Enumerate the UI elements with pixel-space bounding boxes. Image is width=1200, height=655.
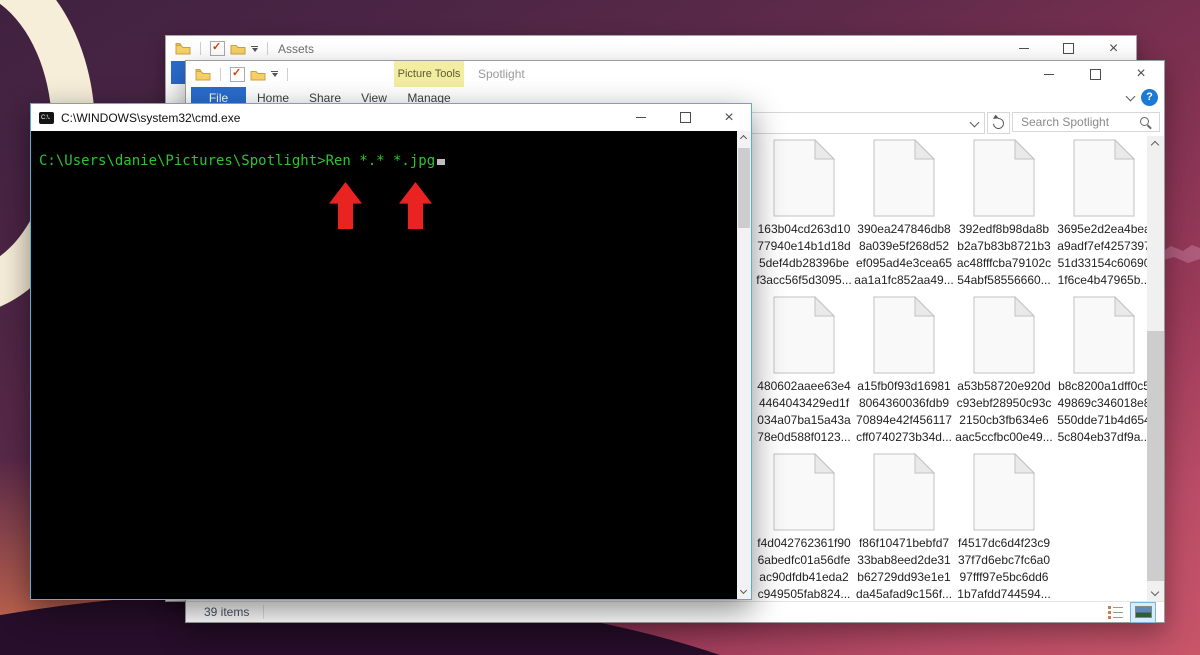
cmd-icon (39, 111, 54, 124)
scroll-down-icon[interactable] (739, 586, 748, 595)
details-view-icon[interactable] (1108, 606, 1124, 619)
assets-window-controls (1001, 36, 1136, 61)
ridge-shape (1160, 245, 1200, 263)
cmd-window: C:\WINDOWS\system32\cmd.exe C:\Users\dan… (30, 103, 752, 600)
search-icon (1140, 117, 1149, 126)
cmd-titlebar: C:\WINDOWS\system32\cmd.exe (31, 104, 751, 131)
file-icon (873, 296, 935, 374)
file-name: a15fb0f93d16981 8064360036fdb9 70894e42f… (856, 379, 952, 444)
status-bar: 39 items (186, 601, 1164, 623)
picture-tools-contextual-tab[interactable]: Picture Tools (394, 61, 464, 87)
file-item[interactable]: 3695e2d2ea4bea a9adf7ef4257397 51d33154c… (1054, 139, 1147, 296)
file-name: 480602aaee63e4 4464043429ed1f 034a07ba15… (757, 379, 851, 444)
file-item[interactable]: 392edf8b98da8b b2a7b83b8721b3 ac48fffcba… (954, 139, 1054, 296)
checkbox-icon[interactable] (230, 66, 245, 82)
file-item[interactable]: a15fb0f93d16981 8064360036fdb9 70894e42f… (854, 296, 954, 453)
file-name: f86f10471bebfd7 33bab8eed2de31 b62729dd9… (855, 536, 953, 601)
file-item[interactable]: f4d042762361f90 6abedfc01a56dfe ac90dfdb… (754, 453, 854, 601)
folder-icon (175, 43, 191, 55)
scrollbar-thumb[interactable] (738, 148, 750, 228)
file-name: 163b04cd263d10 77940e14b1d18d 5def4db283… (756, 222, 852, 287)
close-button[interactable] (1091, 36, 1136, 61)
divider (263, 605, 265, 619)
items-count: 39 items (204, 605, 250, 619)
divider (287, 67, 288, 81)
maximize-button[interactable] (663, 104, 707, 131)
thumbnail-view-icon[interactable] (1130, 601, 1156, 623)
file-item[interactable]: a53b58720e920d c93ebf28950c93c 2150cb3fb… (954, 296, 1054, 453)
assets-window-title: Assets (278, 41, 315, 56)
file-item[interactable]: 163b04cd263d10 77940e14b1d18d 5def4db283… (754, 139, 854, 296)
assets-titlebar: Assets (166, 36, 1136, 61)
file-icon (973, 453, 1035, 531)
minimize-button[interactable] (1001, 36, 1046, 61)
spotlight-window-title: Spotlight (478, 67, 525, 81)
spotlight-window-controls (1026, 61, 1164, 87)
prompt-text: C:\Users\danie\Pictures\Spotlight>Ren *.… (39, 153, 436, 169)
qat-dropdown-caret-icon[interactable] (251, 45, 258, 52)
scrollbar-thumb[interactable] (1147, 331, 1164, 581)
address-dropdown-chevron-icon[interactable] (969, 117, 980, 128)
divider (267, 42, 268, 55)
folder-icon[interactable] (230, 42, 246, 55)
close-button[interactable] (707, 104, 751, 131)
file-icon (773, 296, 835, 374)
search-input[interactable]: Search Spotlight (1012, 112, 1160, 132)
file-icon (873, 453, 935, 531)
divider (200, 42, 201, 55)
file-item[interactable]: b8c8200a1dff0c5 49869c346018e8 550dde71b… (1054, 296, 1147, 453)
quick-access-toolbar (186, 66, 292, 82)
file-name: 390ea247846db8 8a039e5f268d52 ef095ad4e3… (854, 222, 954, 287)
refresh-button[interactable] (987, 112, 1010, 134)
file-item[interactable]: 390ea247846db8 8a039e5f268d52 ef095ad4e3… (854, 139, 954, 296)
minimize-button[interactable] (1026, 61, 1072, 87)
file-icon (1073, 296, 1135, 374)
maximize-button[interactable] (1046, 36, 1091, 61)
scroll-down-icon[interactable] (1150, 587, 1160, 597)
file-name: a53b58720e920d c93ebf28950c93c 2150cb3fb… (955, 379, 1053, 444)
minimize-button[interactable] (619, 104, 663, 131)
cmd-window-controls (619, 104, 751, 131)
checkbox-icon[interactable] (210, 40, 225, 56)
refresh-icon (990, 115, 1007, 131)
folder-icon (195, 68, 211, 80)
file-icon (1073, 139, 1135, 217)
file-item[interactable]: 480602aaee63e4 4464043429ed1f 034a07ba15… (754, 296, 854, 453)
close-button[interactable] (1118, 61, 1164, 87)
file-grid: 163b04cd263d10 77940e14b1d18d 5def4db283… (754, 139, 1147, 601)
quick-access-toolbar (166, 40, 272, 56)
console-scrollbar[interactable] (737, 131, 751, 599)
file-name: b8c8200a1dff0c5 49869c346018e8 550dde71b… (1057, 379, 1147, 444)
file-icon (973, 296, 1035, 374)
file-item[interactable]: f4517dc6d4f23c9 37f7d6ebc7fc6a0 97fff97e… (954, 453, 1054, 601)
folder-icon[interactable] (250, 68, 266, 81)
scroll-up-icon[interactable] (739, 134, 748, 143)
file-name: 392edf8b98da8b b2a7b83b8721b3 ac48fffcba… (956, 222, 1052, 287)
file-name: f4d042762361f90 6abedfc01a56dfe ac90dfdb… (757, 536, 851, 601)
file-item[interactable]: f86f10471bebfd7 33bab8eed2de31 b62729dd9… (854, 453, 954, 601)
desktop: Assets File Picture Tools Spotlight (0, 0, 1200, 655)
help-icon[interactable] (1141, 89, 1158, 106)
file-icon (773, 453, 835, 531)
maximize-button[interactable] (1072, 61, 1118, 87)
divider (220, 67, 221, 81)
file-icon (773, 139, 835, 217)
search-placeholder: Search Spotlight (1021, 115, 1110, 129)
file-name: f4517dc6d4f23c9 37f7d6ebc7fc6a0 97fff97e… (957, 536, 1051, 601)
console-area[interactable]: C:\Users\danie\Pictures\Spotlight>Ren *.… (31, 131, 751, 599)
file-name: 3695e2d2ea4bea a9adf7ef4257397 51d33154c… (1057, 222, 1147, 287)
explorer-scrollbar[interactable] (1147, 136, 1164, 601)
view-toggles (1108, 601, 1164, 623)
qat-dropdown-caret-icon[interactable] (271, 71, 278, 77)
file-icon (973, 139, 1035, 217)
spotlight-titlebar: Picture Tools Spotlight (186, 61, 1164, 87)
cmd-window-title: C:\WINDOWS\system32\cmd.exe (61, 110, 241, 125)
file-icon (873, 139, 935, 217)
scroll-up-icon[interactable] (1150, 140, 1160, 150)
console-prompt: C:\Users\danie\Pictures\Spotlight>Ren *.… (39, 153, 446, 169)
console-cursor (437, 159, 446, 165)
